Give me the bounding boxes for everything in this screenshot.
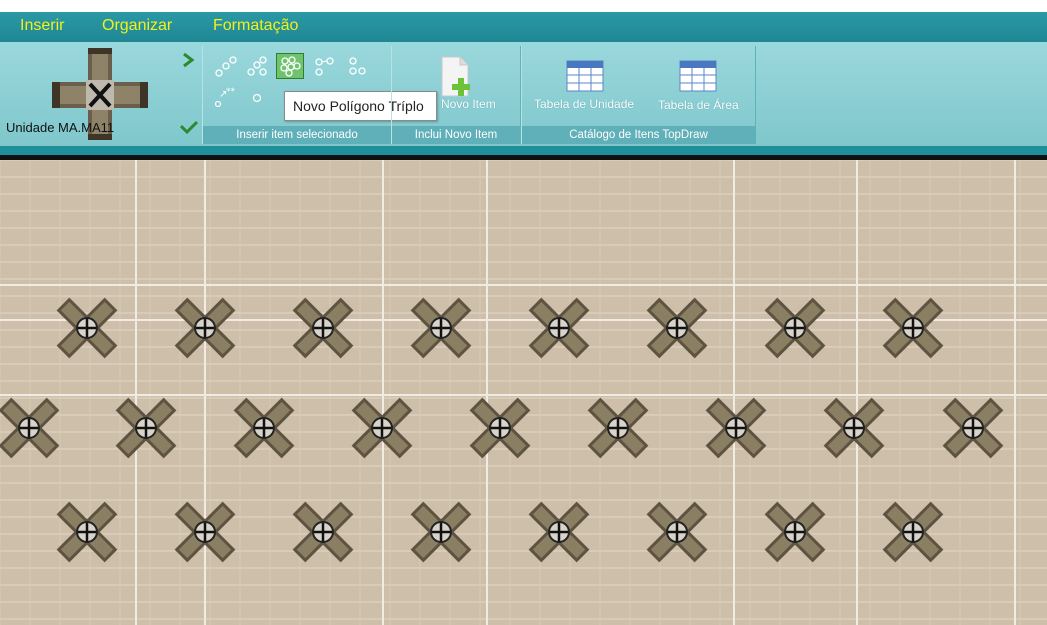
unit-icon — [705, 397, 767, 459]
placed-unit[interactable] — [821, 392, 887, 464]
polygon-pair-icon — [349, 57, 366, 75]
menu-bar: Inserir Organizar Formatação — [0, 12, 1047, 42]
unit-icon — [764, 501, 826, 563]
unit-icon — [528, 501, 590, 563]
placed-unit[interactable] — [762, 496, 828, 568]
placed-unit[interactable] — [408, 496, 474, 568]
unit-icon — [646, 297, 708, 359]
menu-inserir[interactable]: Inserir — [20, 17, 64, 35]
unit-table-button[interactable] — [566, 60, 604, 94]
placed-unit[interactable] — [526, 292, 592, 364]
placed-unit[interactable] — [703, 392, 769, 464]
new-item-button[interactable] — [436, 56, 476, 100]
placed-unit[interactable] — [54, 496, 120, 568]
placed-unit[interactable] — [408, 292, 474, 364]
area-table-label: Tabela de Área — [658, 98, 739, 112]
svg-text:**: ** — [226, 87, 236, 97]
placed-unit[interactable] — [290, 496, 356, 568]
unit-icon — [469, 397, 531, 459]
unit-icon — [410, 297, 472, 359]
group-catalog-label: Catálogo de Itens TopDraw — [522, 126, 755, 144]
ribbon-bottom-bar — [0, 146, 1047, 155]
unit-name-label: Unidade MA.MA11 — [6, 120, 115, 135]
new-document-icon — [441, 56, 470, 97]
unit-icon — [292, 297, 354, 359]
placed-unit[interactable] — [290, 292, 356, 364]
unit-icon — [882, 297, 944, 359]
placed-unit[interactable] — [940, 392, 1006, 464]
placed-unit[interactable] — [526, 496, 592, 568]
tool-polygon-triple[interactable] — [276, 53, 304, 79]
unit-icon — [764, 297, 826, 359]
unit-icon — [0, 397, 60, 459]
polygon-single-icon — [215, 56, 237, 77]
area-table-button[interactable] — [679, 60, 717, 94]
placed-unit[interactable] — [880, 292, 946, 364]
placed-unit[interactable] — [644, 496, 710, 568]
polygon-triple-icon — [280, 56, 301, 77]
unit-table-label: Tabela de Unidade — [534, 97, 635, 111]
unit-icon — [174, 297, 236, 359]
chevron-right-icon[interactable] — [180, 52, 196, 68]
tool-circle-small[interactable] — [246, 86, 274, 112]
circle-small-icon — [252, 93, 262, 103]
placed-unit[interactable] — [172, 496, 238, 568]
unit-icon — [410, 501, 472, 563]
unit-icon — [528, 297, 590, 359]
drawing-canvas[interactable] — [0, 160, 1047, 625]
placed-unit[interactable] — [54, 292, 120, 364]
new-item-label: Novo Item — [441, 97, 496, 111]
check-icon[interactable] — [180, 120, 198, 134]
scatter-icon: ↗ ** — [214, 87, 236, 108]
unit-icon — [942, 397, 1004, 459]
unit-icon — [292, 501, 354, 563]
placed-unit[interactable] — [0, 392, 62, 464]
unit-icon — [174, 501, 236, 563]
placed-unit[interactable] — [880, 496, 946, 568]
placed-unit[interactable] — [113, 392, 179, 464]
unit-icon — [646, 501, 708, 563]
tool-polygon-pair[interactable] — [344, 54, 372, 80]
placed-unit[interactable] — [349, 392, 415, 464]
unit-icon — [115, 397, 177, 459]
tool-polygon-single[interactable] — [211, 54, 239, 80]
unit-icon — [56, 501, 118, 563]
unit-icon — [56, 297, 118, 359]
placed-unit[interactable] — [467, 392, 533, 464]
polygon-double-icon — [247, 56, 267, 76]
tool-polygon-double[interactable] — [243, 54, 271, 80]
group-new-item-label: Inclui Novo Item — [392, 126, 520, 144]
tool-polygon-chain[interactable] — [312, 54, 340, 80]
group-insert-selected-label: Inserir item selecionado — [203, 126, 391, 144]
menu-organizar[interactable]: Organizar — [102, 17, 172, 35]
unit-icon — [351, 397, 413, 459]
group-catalog: Catálogo de Itens TopDraw — [521, 46, 756, 144]
menu-formatacao[interactable]: Formatação — [213, 17, 298, 35]
table-icon — [679, 60, 717, 92]
table-icon — [566, 60, 604, 92]
unit-icon — [587, 397, 649, 459]
placed-unit[interactable] — [644, 292, 710, 364]
window-top-strip — [0, 0, 1047, 12]
unit-icon — [233, 397, 295, 459]
placed-unit[interactable] — [172, 292, 238, 364]
tool-scatter[interactable]: ↗ ** — [211, 84, 239, 110]
unit-icon — [823, 397, 885, 459]
unit-icon — [882, 501, 944, 563]
polygon-chain-icon — [315, 57, 334, 76]
placed-unit[interactable] — [585, 392, 651, 464]
placed-unit[interactable] — [231, 392, 297, 464]
placed-unit[interactable] — [762, 292, 828, 364]
